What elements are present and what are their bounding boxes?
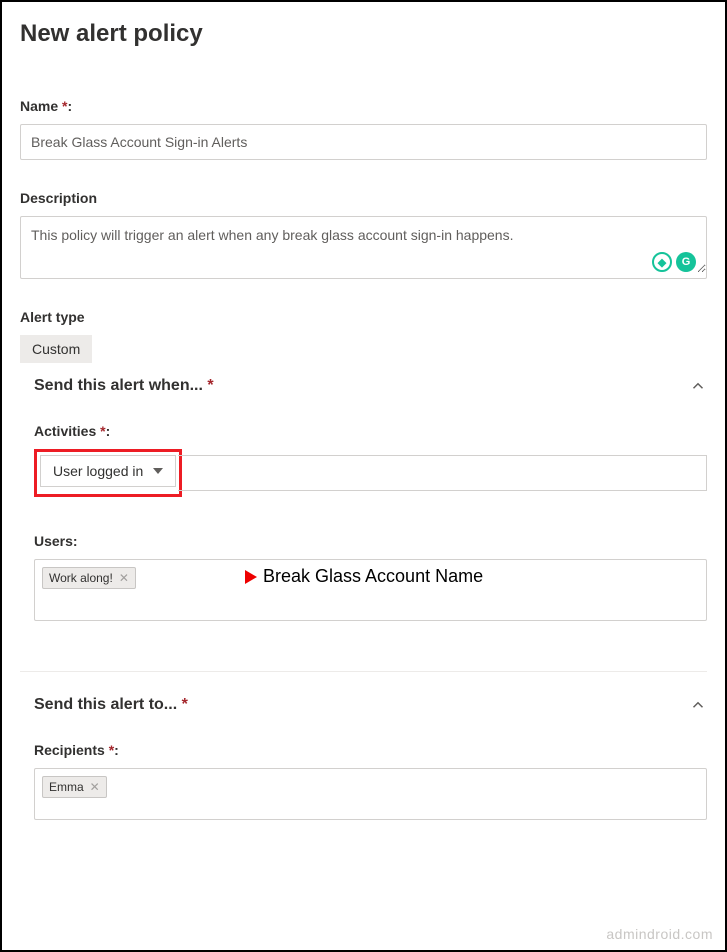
send-when-section: Send this alert when... * Activities *: … — [20, 377, 707, 621]
recipients-field: Recipients *: Emma ✕ — [34, 742, 707, 820]
users-input[interactable]: Work along! ✕ Break Glass Account Name — [34, 559, 707, 621]
tag-remove-icon[interactable]: ✕ — [90, 780, 100, 794]
recipient-tag[interactable]: Emma ✕ — [42, 776, 107, 798]
user-tag[interactable]: Work along! ✕ — [42, 567, 136, 589]
alert-type-badge: Custom — [20, 335, 92, 363]
grammarly-widget: ◆ G — [652, 252, 696, 272]
description-field: Description This policy will trigger an … — [20, 190, 707, 279]
recipients-input[interactable]: Emma ✕ — [34, 768, 707, 820]
arrow-icon — [167, 567, 257, 587]
send-when-header[interactable]: Send this alert when... * — [20, 377, 707, 423]
users-field: Users: Work along! ✕ — [34, 533, 707, 621]
grammarly-icon[interactable]: G — [676, 252, 696, 272]
alert-type-label: Alert type — [20, 309, 707, 325]
alert-type-field: Alert type Custom — [20, 309, 707, 363]
chevron-up-icon — [689, 696, 707, 714]
grammarly-tone-icon[interactable]: ◆ — [652, 252, 672, 272]
recipients-label: Recipients *: — [34, 742, 707, 758]
description-label: Description — [20, 190, 707, 206]
activities-dropdown[interactable]: User logged in — [40, 455, 176, 487]
page-title: New alert policy — [20, 20, 707, 48]
tag-remove-icon[interactable]: ✕ — [119, 571, 129, 585]
annotation-text: Break Glass Account Name — [263, 566, 483, 587]
activities-label: Activities *: — [34, 423, 707, 439]
users-label: Users: — [34, 533, 707, 549]
send-to-header[interactable]: Send this alert to... * — [20, 696, 707, 742]
name-input[interactable] — [20, 124, 707, 160]
activities-field: Activities *: User logged in — [34, 423, 707, 497]
watermark: admindroid.com — [606, 926, 713, 942]
annotation-arrow-group: Break Glass Account Name — [167, 566, 483, 587]
chevron-up-icon — [689, 377, 707, 395]
dropdown-caret-icon — [153, 468, 163, 474]
description-textarea[interactable]: This policy will trigger an alert when a… — [21, 217, 706, 273]
send-to-section: Send this alert to... * Recipients *: Em… — [20, 671, 707, 820]
activities-highlight-box: User logged in — [34, 449, 182, 497]
name-field: Name *: — [20, 98, 707, 160]
name-label: Name *: — [20, 98, 707, 114]
activities-input-rest[interactable] — [178, 455, 707, 491]
